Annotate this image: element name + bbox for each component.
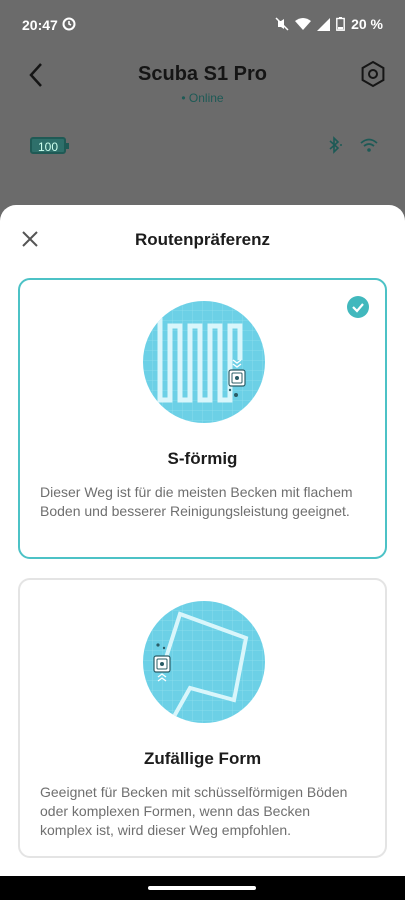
device-status: • Online	[181, 91, 224, 105]
status-bar: 20:47 20 %	[0, 0, 405, 50]
option-description: Dieser Weg ist für die meisten Becken mi…	[40, 484, 353, 519]
mute-icon	[275, 17, 289, 31]
battery-percent: 20 %	[351, 16, 383, 32]
option-description: Geeignet für Becken mit schüsselförmigen…	[40, 784, 348, 838]
option-title: S-förmig	[167, 449, 238, 468]
app-header: Scuba S1 Pro • Online	[0, 50, 405, 110]
random-route-illustration	[143, 601, 265, 723]
sync-icon	[62, 17, 76, 31]
wifi-icon	[360, 138, 378, 152]
status-time: 20:47	[22, 17, 58, 33]
sheet-title: Routenpräferenz	[134, 230, 271, 249]
signal-icon	[317, 17, 331, 31]
battery-status-icon	[336, 17, 345, 31]
route-preference-sheet: Routenpräferenz S-förmig Dieser Weg ist …	[0, 205, 405, 900]
route-option-random[interactable]: Zufällige Form Geeignet für Becken mit s…	[18, 578, 387, 858]
option-title: Zufällige Form	[143, 749, 262, 768]
device-battery: 100	[30, 137, 69, 154]
device-title: Scuba S1 Pro	[138, 63, 267, 85]
settings-icon[interactable]	[359, 60, 387, 88]
bluetooth-icon	[329, 136, 342, 154]
s-shaped-route-illustration	[143, 301, 265, 423]
home-gesture-handle[interactable]	[148, 886, 256, 890]
wifi-status-icon	[295, 17, 312, 30]
system-nav-bar	[0, 876, 405, 900]
route-option-s-shaped[interactable]: S-förmig Dieser Weg ist für die meisten …	[18, 278, 387, 559]
selected-check-icon	[347, 296, 369, 318]
status-icons: 20 %	[275, 16, 383, 32]
